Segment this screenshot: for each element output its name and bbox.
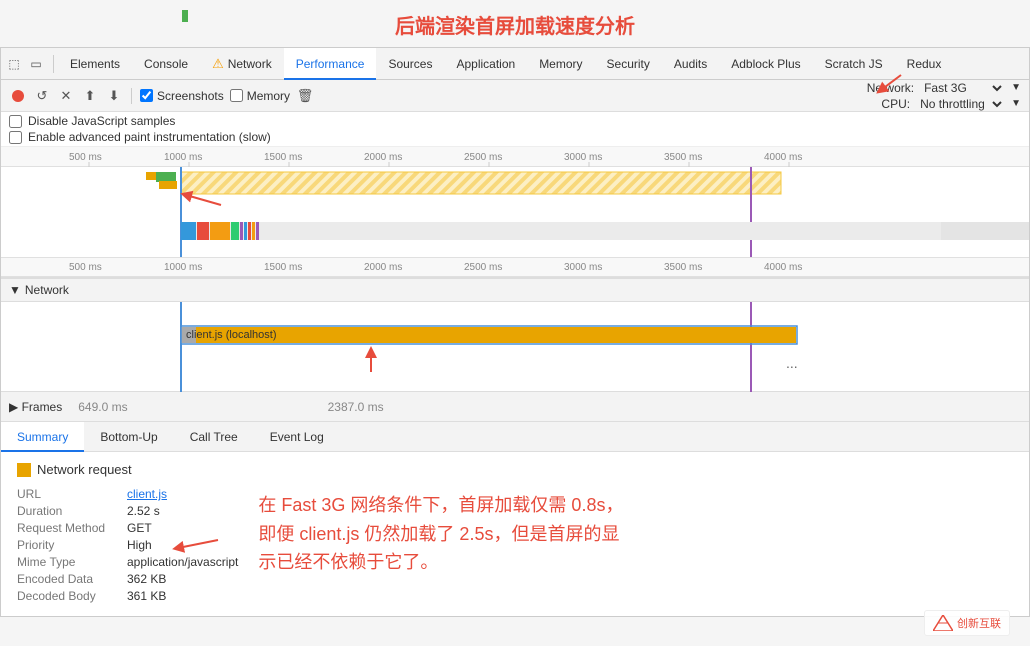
tab-icons: ⬚ ▭: [5, 55, 54, 73]
tab-console[interactable]: Console: [132, 48, 200, 80]
svg-text:1000 ms: 1000 ms: [164, 152, 202, 163]
tab-performance[interactable]: Performance: [284, 48, 377, 80]
screenshots-checkbox[interactable]: [140, 89, 153, 102]
network-request-header: Network request: [17, 462, 238, 477]
flame-chart-svg: [1, 167, 1029, 257]
svg-text:2500 ms: 2500 ms: [464, 152, 502, 163]
tab-audits[interactable]: Audits: [662, 48, 719, 80]
url-link[interactable]: client.js: [127, 487, 167, 501]
trash-button[interactable]: 🗑: [296, 87, 314, 105]
device-icon[interactable]: ▭: [27, 55, 45, 73]
detail-row-decoded: Decoded Body 361 KB: [17, 589, 238, 603]
tab-adblock[interactable]: Adblock Plus: [719, 48, 812, 80]
tab-security[interactable]: Security: [595, 48, 662, 80]
network-section-header[interactable]: ▼ Network: [1, 279, 1029, 302]
network-request-icon: [17, 463, 31, 477]
bottom-ruler-svg: 500 ms 1000 ms 1500 ms 2000 ms 2500 ms 3…: [9, 257, 999, 277]
detail-row-url: URL client.js: [17, 487, 238, 501]
bottom-tabs: Summary Bottom-Up Call Tree Event Log: [1, 422, 1029, 452]
options-bar: Disable JavaScript samples Enable advanc…: [1, 112, 1029, 147]
enable-paint-option[interactable]: Enable advanced paint instrumentation (s…: [9, 130, 1021, 144]
svg-text:3500 ms: 3500 ms: [664, 262, 702, 273]
bottom-tab-bottom-up[interactable]: Bottom-Up: [84, 422, 173, 452]
tab-application[interactable]: Application: [444, 48, 527, 80]
summary-left: Network request URL client.js Duration 2…: [17, 462, 238, 606]
screenshots-check[interactable]: Screenshots: [140, 89, 224, 103]
frames-bars: [100, 5, 400, 25]
enable-paint-checkbox[interactable]: [9, 131, 22, 144]
brand-logo: 创新互联: [924, 610, 1010, 636]
record-button[interactable]: [9, 87, 27, 105]
detail-row-duration: Duration 2.52 s: [17, 504, 238, 518]
network-track: client.js (localhost) ...: [1, 302, 1029, 392]
svg-text:3500 ms: 3500 ms: [664, 152, 702, 163]
network-collapse-arrow: ▼: [9, 283, 21, 297]
bottom-ruler: 500 ms 1000 ms 1500 ms 2000 ms 2500 ms 3…: [1, 257, 1029, 277]
disable-js-option[interactable]: Disable JavaScript samples: [9, 114, 1021, 128]
svg-text:2000 ms: 2000 ms: [364, 262, 402, 273]
download-button[interactable]: ⬇: [105, 87, 123, 105]
svg-text:4000 ms: 4000 ms: [764, 152, 802, 163]
flame-chart: [1, 167, 1029, 257]
network-throttle-select[interactable]: Fast 3G Slow 3G No throttling Offline: [920, 80, 1005, 96]
svg-text:500 ms: 500 ms: [69, 262, 102, 273]
tab-network[interactable]: ⚠ Network: [200, 48, 284, 80]
bottom-tab-summary[interactable]: Summary: [1, 422, 84, 452]
toolbar-right: Network: Fast 3G Slow 3G No throttling O…: [867, 80, 1021, 112]
toolbar: ↺ ✕ ⬆ ⬇ Screenshots Memory 🗑 Network:: [1, 80, 1029, 112]
frames-section: ▶ Frames 649.0 ms 2387.0 ms: [1, 392, 1029, 422]
summary-right: 在 Fast 3G 网络条件下，首屏加载仅需 0.8s， 即便 client.j…: [238, 462, 1013, 606]
svg-text:3000 ms: 3000 ms: [564, 152, 602, 163]
stop-button[interactable]: ✕: [57, 87, 75, 105]
svg-text:1500 ms: 1500 ms: [264, 262, 302, 273]
inspect-icon[interactable]: ⬚: [5, 55, 23, 73]
memory-check[interactable]: Memory: [230, 89, 290, 103]
svg-text:1000 ms: 1000 ms: [164, 262, 202, 273]
arrow-annotation-1: [186, 195, 221, 205]
ruler-svg: 500 ms 1000 ms 1500 ms 2000 ms 2500 ms 3…: [9, 147, 999, 167]
svg-text:client.js (localhost): client.js (localhost): [186, 329, 276, 341]
upload-button[interactable]: ⬆: [81, 87, 99, 105]
timeline-area: 500 ms 1000 ms 1500 ms 2000 ms 2500 ms 3…: [1, 147, 1029, 278]
bottom-tab-event-log[interactable]: Event Log: [254, 422, 340, 452]
top-ruler: 500 ms 1000 ms 1500 ms 2000 ms 2500 ms 3…: [1, 147, 1029, 167]
disable-js-checkbox[interactable]: [9, 115, 22, 128]
network-dropdown-arrow: ▼: [1011, 82, 1021, 93]
cpu-dropdown-arrow: ▼: [1011, 98, 1021, 109]
svg-text:2000 ms: 2000 ms: [364, 152, 402, 163]
svg-text:...: ...: [786, 355, 798, 371]
annotation-text: 在 Fast 3G 网络条件下，首屏加载仅需 0.8s， 即便 client.j…: [258, 491, 623, 577]
memory-checkbox[interactable]: [230, 89, 243, 102]
arrow-to-duration: [168, 530, 228, 560]
brand-icon: [933, 615, 953, 631]
arrow-to-fast3g: [851, 70, 911, 100]
network-warning-icon: ⚠: [212, 48, 224, 80]
network-track-svg: client.js (localhost) ...: [1, 302, 1030, 392]
network-section: ▼ Network client.js (localhost): [1, 278, 1029, 392]
devtools-window: ⬚ ▭ Elements Console ⚠ Network Performan…: [0, 47, 1030, 617]
reload-button[interactable]: ↺: [33, 87, 51, 105]
bottom-tab-call-tree[interactable]: Call Tree: [174, 422, 254, 452]
svg-text:2500 ms: 2500 ms: [464, 262, 502, 273]
tab-elements[interactable]: Elements: [58, 48, 132, 80]
svg-text:1500 ms: 1500 ms: [264, 152, 302, 163]
tab-sources[interactable]: Sources: [376, 48, 444, 80]
separator: [131, 88, 132, 104]
svg-text:3000 ms: 3000 ms: [564, 262, 602, 273]
tab-memory[interactable]: Memory: [527, 48, 594, 80]
cpu-throttle-select[interactable]: No throttling 2x slowdown 4x slowdown: [916, 96, 1005, 112]
svg-text:500 ms: 500 ms: [69, 152, 102, 163]
svg-text:4000 ms: 4000 ms: [764, 262, 802, 273]
summary-panel: Network request URL client.js Duration 2…: [1, 452, 1029, 616]
detail-row-encoded: Encoded Data 362 KB: [17, 572, 238, 586]
